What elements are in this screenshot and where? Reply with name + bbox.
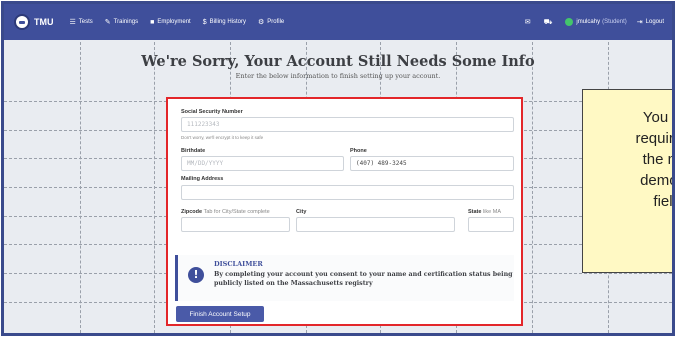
user-status-icon [565, 18, 574, 26]
ssn-label: Social Security Number [181, 109, 243, 115]
birthdate-label: Birthdate [181, 148, 206, 154]
nav-item-profile[interactable]: ⚙ Profile [258, 18, 284, 26]
brand-name: TMU [34, 17, 54, 27]
mailing-address-label: Mailing Address [181, 176, 224, 182]
zipcode-hint: Tab for City/State complete [203, 209, 270, 215]
zipcode-input[interactable] [181, 217, 290, 232]
cart-icon: ⛟ [543, 18, 553, 26]
zipcode-label-text: Zipcode [181, 209, 203, 215]
disclaimer-box: ! DISCLAIMER By completing your account … [175, 255, 514, 301]
dollar-icon: $ [202, 18, 207, 26]
phone-input[interactable]: (407) 489-3245 [350, 156, 514, 171]
exclamation-icon: ! [188, 267, 204, 283]
callout-text: You w required the mi demog fiel [635, 109, 674, 210]
city-label: City [296, 209, 307, 215]
pencil-icon: ✎ [104, 19, 111, 26]
finish-account-setup-button[interactable]: Finish Account Setup [176, 306, 264, 322]
nav-item-billing-history[interactable]: $ Billing History [203, 19, 246, 26]
nav-label: Billing History [209, 19, 246, 25]
logout-link[interactable]: ⇥ Logout [637, 18, 664, 26]
nav-item-employment[interactable]: ■ Employment [150, 19, 191, 26]
graduation-cap-icon [14, 14, 30, 30]
nav-label: Trainings [113, 19, 139, 25]
birthdate-input[interactable]: MM/DD/YYYY [181, 156, 344, 171]
phone-label: Phone [350, 148, 367, 154]
briefcase-icon: ■ [150, 18, 155, 26]
page-title: We're Sorry, Your Account Still Needs So… [141, 53, 535, 70]
state-label: State like MA [468, 209, 501, 215]
user-name: jmulcahy [576, 19, 601, 25]
logout-label: Logout [645, 19, 664, 25]
state-label-text: State [468, 209, 482, 215]
account-info-form: Social Security Number 111223343 Don't w… [166, 97, 523, 326]
ssn-help-text: Don't worry, we'll encrypt it to keep it… [181, 135, 264, 140]
navbar-right: ✉ ⛟ jmulcahy (Student) ⇥ Logout [515, 18, 664, 27]
state-hint: like MA [482, 209, 502, 215]
top-navbar: TMU ☰ Tests ✎ Trainings ■ Employment $ B… [4, 4, 672, 40]
zipcode-label: Zipcode Tab for City/State complete [181, 209, 270, 215]
nav-item-trainings[interactable]: ✎ Trainings [105, 18, 138, 26]
city-input[interactable] [296, 217, 455, 232]
logout-icon: ⇥ [636, 19, 643, 26]
screenshot-frame: TMU ☰ Tests ✎ Trainings ■ Employment $ B… [1, 1, 675, 336]
cart-button[interactable]: ⛟ [544, 18, 556, 27]
state-input[interactable] [468, 217, 514, 232]
nav-label: Profile [267, 19, 285, 25]
mail-button[interactable]: ✉ [525, 18, 534, 26]
envelope-icon: ✉ [524, 19, 531, 26]
brand[interactable]: TMU [14, 14, 54, 30]
gear-icon: ⚙ [257, 19, 265, 26]
nav-label: Employment [157, 19, 191, 25]
mailing-address-input[interactable] [181, 185, 514, 200]
ssn-input[interactable]: 111223343 [181, 117, 514, 132]
instruction-callout: You w required the mi demog fiel [582, 89, 674, 273]
nav-label: Tests [78, 19, 93, 25]
disclaimer-title: DISCLAIMER [214, 260, 263, 268]
user-menu[interactable]: jmulcahy (Student) [565, 18, 627, 26]
page-subtitle: Enter the below information to finish se… [235, 72, 441, 80]
user-role: (Student) [602, 19, 627, 25]
list-icon: ☰ [69, 19, 76, 26]
nav-item-tests[interactable]: ☰ Tests [70, 18, 93, 26]
disclaimer-text: By completing your account you consent t… [214, 271, 513, 287]
